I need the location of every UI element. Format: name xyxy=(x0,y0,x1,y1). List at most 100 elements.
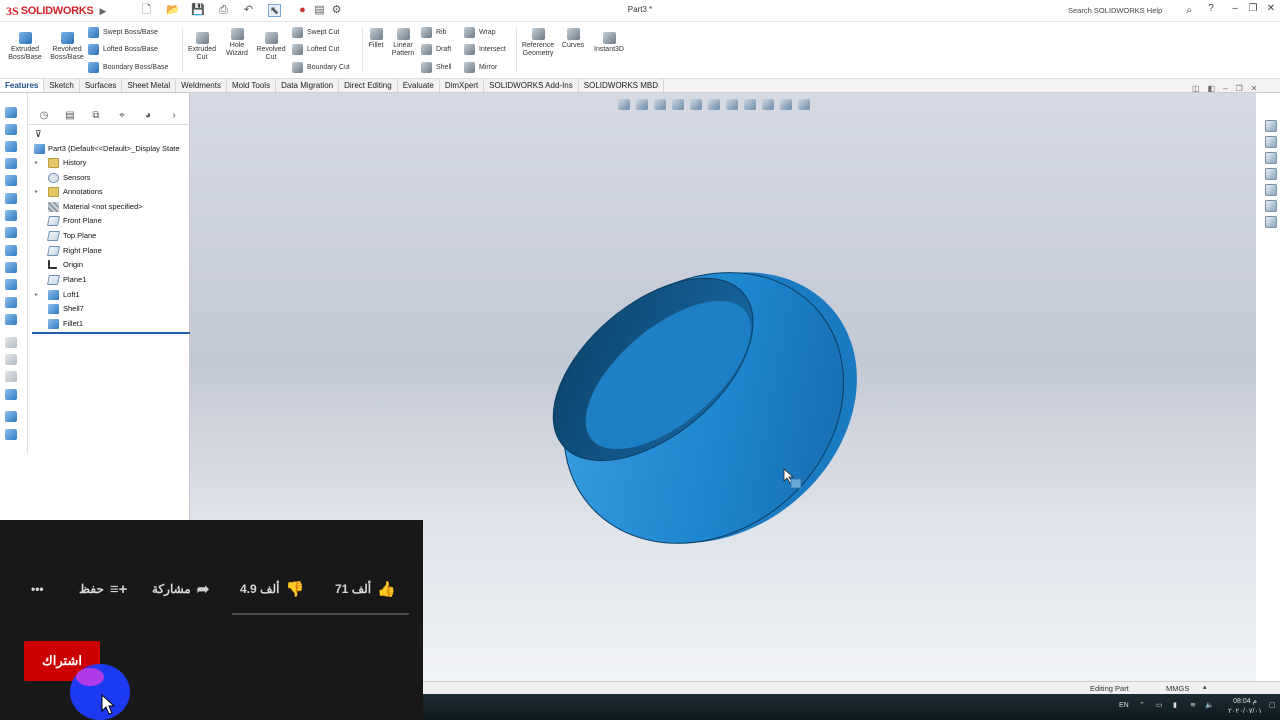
extruded-boss-button[interactable]: Extruded Boss/Base xyxy=(6,32,44,62)
flex-tool-icon[interactable] xyxy=(5,279,17,290)
linear-pattern-button[interactable]: Linear Pattern xyxy=(389,28,417,58)
units-selector[interactable]: MMGS xyxy=(1166,684,1189,693)
tree-item-loft1[interactable]: ▸ Loft1 xyxy=(28,288,190,302)
tree-item-top-plane[interactable]: Top Plane xyxy=(28,229,190,243)
minimize-button[interactable]: – xyxy=(1228,3,1242,14)
expand-icon[interactable]: ▸ xyxy=(35,156,38,170)
solid-tool-icon[interactable] xyxy=(5,210,17,221)
menu-arrow-icon[interactable]: ▶ xyxy=(99,6,106,17)
viewport-split-icon[interactable]: ◧ xyxy=(1208,84,1216,93)
dislike-button[interactable]: 4.9 ألف 👎 xyxy=(240,580,304,598)
volume-icon[interactable]: 🔈 xyxy=(1205,701,1214,709)
options-gear-icon[interactable]: ⚙ xyxy=(330,4,343,17)
forum-icon[interactable] xyxy=(1265,216,1277,228)
curves-tool-icon[interactable] xyxy=(5,429,17,440)
save-icon[interactable]: 💾 xyxy=(191,4,205,17)
new-document-icon[interactable]: 🗋 xyxy=(140,4,153,17)
tab-evaluate[interactable]: Evaluate xyxy=(398,79,440,92)
feature-manager-icon[interactable]: ◷ xyxy=(38,110,50,122)
intersect-tool-icon[interactable] xyxy=(5,389,17,400)
tray-up-arrow-icon[interactable]: ⌃ xyxy=(1139,701,1145,709)
appearances-icon[interactable] xyxy=(1265,184,1277,196)
file-properties-icon[interactable]: ▤ xyxy=(313,4,326,17)
tab-solidworks-add-ins[interactable]: SOLIDWORKS Add-Ins xyxy=(484,79,579,92)
rib-button[interactable]: Rib xyxy=(421,27,447,38)
view-palette-icon[interactable] xyxy=(1265,168,1277,180)
boundary-cut-button[interactable]: Boundary Cut xyxy=(292,62,350,73)
hide-show-items-icon[interactable] xyxy=(744,98,756,110)
tab-mold-tools[interactable]: Mold Tools xyxy=(227,79,277,92)
sketch-tool-icon[interactable] xyxy=(5,107,17,118)
extrude-tool-icon[interactable] xyxy=(5,158,17,169)
revolved-boss-button[interactable]: Revolved Boss/Base xyxy=(48,32,86,62)
swept-boss-button[interactable]: Swept Boss/Base xyxy=(88,27,158,38)
more-actions-button[interactable]: ••• xyxy=(31,580,44,598)
tab-surfaces[interactable]: Surfaces xyxy=(80,79,123,92)
expand-arrow-icon[interactable]: › xyxy=(168,110,180,122)
view-settings-icon[interactable] xyxy=(798,98,810,110)
intersect-button[interactable]: Intersect xyxy=(464,44,506,55)
like-button[interactable]: 71 ألف 👍 xyxy=(335,580,396,598)
lofted-cut-button[interactable]: Lofted Cut xyxy=(292,44,339,55)
clock-time[interactable]: 08:04 م xyxy=(1223,697,1267,705)
rollback-bar[interactable] xyxy=(32,332,190,334)
battery-icon[interactable]: ▮ xyxy=(1173,701,1177,709)
home-icon[interactable] xyxy=(1265,120,1277,132)
file-explorer-icon[interactable] xyxy=(1265,152,1277,164)
boundary-tool-icon[interactable] xyxy=(5,193,17,204)
rebuild-icon[interactable]: ● xyxy=(296,4,309,17)
tab-sketch[interactable]: Sketch xyxy=(44,79,80,92)
instant3d-button[interactable]: Instant3D xyxy=(590,32,628,54)
viewport-minimize-button[interactable]: – xyxy=(1223,84,1227,93)
tree-item-front-plane[interactable]: Front Plane xyxy=(28,214,190,228)
extruded-cut-button[interactable]: Extruded Cut xyxy=(184,32,220,62)
dome-tool-icon[interactable] xyxy=(5,245,17,256)
design-library-icon[interactable] xyxy=(1265,136,1277,148)
viewport-restore-button[interactable]: ❐ xyxy=(1236,84,1243,93)
reference-geometry-button[interactable]: Reference Geometry xyxy=(518,28,558,58)
tree-root-part[interactable]: Part3 (Default<<Default>_Display State xyxy=(28,142,190,156)
language-indicator[interactable]: EN xyxy=(1119,702,1129,709)
units-dropdown-icon[interactable]: ▴ xyxy=(1203,683,1207,691)
tree-item-origin[interactable]: Origin xyxy=(28,258,190,272)
swept-cut-button[interactable]: Swept Cut xyxy=(292,27,339,38)
dynamic-annotation-icon[interactable] xyxy=(690,98,702,110)
viewport-close-button[interactable]: ✕ xyxy=(1251,84,1258,93)
fillet-button[interactable]: Fillet xyxy=(364,28,388,50)
tree-item-plane1[interactable]: Plane1 xyxy=(28,273,190,287)
help-search-input[interactable]: Search SOLIDWORKS Help ⌕ xyxy=(1068,3,1198,18)
wrap-tool-icon[interactable] xyxy=(5,262,17,273)
view-orientation-icon[interactable] xyxy=(708,98,720,110)
tab-sheet-metal[interactable]: Sheet Metal xyxy=(122,79,177,92)
edit-appearance-icon[interactable] xyxy=(762,98,774,110)
tree-item-shell7[interactable]: Shell7 xyxy=(28,302,190,316)
tree-item-annotations[interactable]: ▸ Annotations xyxy=(28,185,190,199)
solidworks-logo[interactable]: 3S SOLIDWORKS ▶ xyxy=(6,3,106,19)
tab-solidworks-mbd[interactable]: SOLIDWORKS MBD xyxy=(579,79,664,92)
mirror-button[interactable]: Mirror xyxy=(464,62,497,73)
tab-direct-editing[interactable]: Direct Editing xyxy=(339,79,398,92)
restore-button[interactable]: ❐ xyxy=(1246,3,1260,14)
print-icon[interactable]: ⎙ xyxy=(217,4,230,17)
wrap-button[interactable]: Wrap xyxy=(464,27,496,38)
shell-tool-icon[interactable] xyxy=(5,227,17,238)
hole-wizard-button[interactable]: Hole Wizard xyxy=(220,28,254,58)
custom-properties-icon[interactable] xyxy=(1265,200,1277,212)
tree-item-right-plane[interactable]: Right Plane xyxy=(28,244,190,258)
revolve-tool-icon[interactable] xyxy=(5,124,17,135)
undo-icon[interactable]: ↶ xyxy=(242,4,255,17)
open-folder-icon[interactable]: 📂 xyxy=(166,4,180,17)
reference-geometry-tool-icon[interactable] xyxy=(5,411,17,422)
lofted-boss-button[interactable]: Lofted Boss/Base xyxy=(88,44,158,55)
curves-button[interactable]: Curves xyxy=(560,28,586,50)
tree-item-fillet1[interactable]: Fillet1 xyxy=(28,317,190,331)
pattern-tool-icon[interactable] xyxy=(5,314,17,325)
tab-features[interactable]: Features xyxy=(0,79,45,92)
revolved-cut-button[interactable]: Revolved Cut xyxy=(253,32,289,62)
expand-icon[interactable]: ▸ xyxy=(35,288,38,302)
expand-icon[interactable]: ▸ xyxy=(35,185,38,199)
clock-date[interactable]: ٢٠٢٠/٠٧/٠١ xyxy=(1223,707,1267,715)
network-icon[interactable]: ▭ xyxy=(1156,701,1163,709)
tree-filter[interactable]: ⊽ xyxy=(28,127,190,141)
notifications-icon[interactable]: ▢ xyxy=(1269,701,1276,709)
